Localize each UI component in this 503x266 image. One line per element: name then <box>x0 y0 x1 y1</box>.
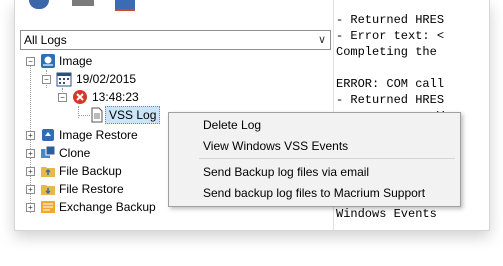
expand-toggle[interactable]: + <box>26 149 35 158</box>
expand-toggle[interactable]: + <box>26 167 35 176</box>
menu-item-view-vss-events[interactable]: View Windows VSS Events <box>203 137 348 155</box>
log-line: - Error text: < <box>336 29 445 43</box>
log-viewer-window: All Logs ∨ − Image − 19/02/2015 − 13:48:… <box>14 0 490 231</box>
calendar-icon <box>56 72 72 87</box>
log-line: Windows Events <box>336 207 445 221</box>
tree-item-time[interactable]: − 13:48:23 <box>15 88 215 106</box>
file-restore-icon <box>41 185 55 195</box>
log-filter-dropdown[interactable]: All Logs ∨ <box>20 30 331 50</box>
tree-item-label: Image Restore <box>59 128 138 142</box>
expand-toggle[interactable]: + <box>26 203 35 212</box>
collapse-toggle[interactable]: − <box>58 93 67 102</box>
tree-item-label: Clone <box>59 146 91 160</box>
menu-separator <box>199 158 455 159</box>
tree-item-label: File Restore <box>59 182 124 196</box>
tree-item-label: Exchange Backup <box>59 200 156 214</box>
menu-item-send-support[interactable]: Send backup log files to Macrium Support <box>203 184 425 202</box>
tree-item-image[interactable]: − Image <box>15 52 215 70</box>
tree-item-date[interactable]: − 19/02/2015 <box>15 70 215 88</box>
collapse-toggle[interactable]: − <box>26 57 35 66</box>
tree-item-label: VSS Log <box>105 106 161 124</box>
exchange-backup-icon <box>41 201 55 213</box>
collapse-toggle[interactable]: − <box>42 75 51 84</box>
tree-item-vss-log[interactable]: VSS Log <box>15 106 185 124</box>
log-line: ERROR: COM call <box>336 77 445 91</box>
tree-item-label: 19/02/2015 <box>76 72 137 86</box>
document-icon <box>91 107 103 123</box>
tree-item-label: 13:48:23 <box>92 90 139 104</box>
image-restore-icon <box>42 129 54 141</box>
tree-item-label: Image <box>59 54 93 68</box>
file-backup-icon <box>41 167 55 177</box>
error-icon <box>73 90 87 104</box>
menu-item-delete-log[interactable]: Delete Log <box>203 116 261 134</box>
expand-toggle[interactable]: + <box>26 185 35 194</box>
chevron-down-icon[interactable]: ∨ <box>318 31 326 49</box>
disk-toolbar-icon[interactable] <box>72 0 94 6</box>
context-menu: Delete Log View Windows VSS Events Send … <box>168 112 461 207</box>
log-line: - Returned HRES <box>336 13 445 27</box>
tree-item-label: File Backup <box>59 164 122 178</box>
toolbar <box>15 0 335 16</box>
expand-toggle[interactable]: + <box>26 131 35 140</box>
menu-item-send-email[interactable]: Send Backup log files via email <box>203 163 369 181</box>
log-line: Completing the <box>336 45 445 59</box>
clone-icon <box>41 145 56 158</box>
restore-toolbar-icon[interactable] <box>115 0 135 11</box>
log-line: - Returned HRES <box>336 93 445 107</box>
backup-toolbar-icon[interactable] <box>29 0 49 9</box>
image-backup-icon <box>41 54 55 68</box>
log-filter-value: All Logs <box>24 33 67 47</box>
